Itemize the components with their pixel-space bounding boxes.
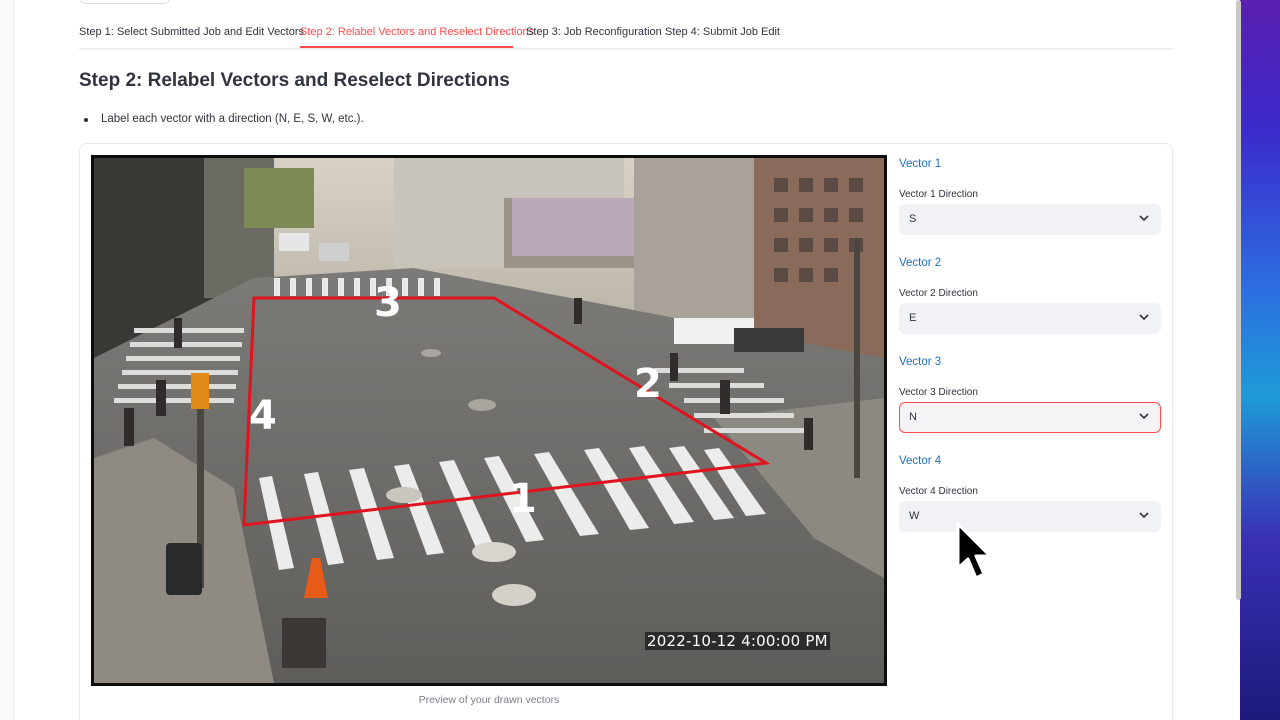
step-tabs: Step 1: Select Submitted Job and Edit Ve… [79, 20, 1173, 50]
instruction-text: Label each vector with a direction (N, E… [101, 113, 364, 125]
vector-2-direction-value: E [909, 312, 917, 324]
mouse-pointer-icon [956, 522, 992, 580]
vector-4-direction-value: W [909, 510, 920, 522]
vector-1-direction-label: Vector 1 Direction [899, 189, 978, 200]
vector-4-direction-label: Vector 4 Direction [899, 486, 978, 497]
vector-4-direction-select[interactable]: W [899, 501, 1161, 532]
vector-3-direction-select[interactable]: N [899, 402, 1161, 433]
chevron-down-icon [1139, 512, 1149, 519]
vector-1-heading: Vector 1 [899, 158, 942, 170]
vector-label-3: 3 [374, 280, 402, 326]
page-title: Step 2: Relabel Vectors and Reselect Dir… [79, 70, 510, 91]
bullet-dot [84, 118, 88, 122]
preview-caption: Preview of your drawn vectors [418, 694, 560, 706]
tab-step-1[interactable]: Step 1: Select Submitted Job and Edit Ve… [79, 26, 304, 38]
vector-3-direction-label: Vector 3 Direction [899, 387, 978, 398]
active-tab-indicator [300, 46, 513, 48]
chevron-down-icon [1139, 314, 1149, 321]
vector-label-1: 1 [509, 476, 537, 522]
vector-1-direction-value: S [909, 213, 917, 225]
vector-3-heading: Vector 3 [899, 356, 942, 368]
vector-label-4: 4 [249, 393, 277, 439]
street-scene [94, 158, 884, 683]
video-timestamp: 2022-10-12 4:00:00 PM [645, 632, 830, 650]
chevron-down-icon [1139, 215, 1149, 222]
chevron-down-icon [1139, 413, 1149, 420]
camera-preview: 2022-10-12 4:00:00 PM 3 2 4 1 [91, 155, 887, 686]
vector-1-direction-select[interactable]: S [899, 204, 1161, 235]
tab-step-2[interactable]: Step 2: Relabel Vectors and Reselect Dir… [300, 26, 534, 38]
vector-2-direction-label: Vector 2 Direction [899, 288, 978, 299]
tab-step-4[interactable]: Step 4: Submit Job Edit [665, 26, 780, 38]
top-button-partial[interactable] [80, 0, 170, 4]
vector-2-direction-select[interactable]: E [899, 303, 1161, 334]
tab-step-3[interactable]: Step 3: Job Reconfiguration [526, 26, 662, 38]
vector-label-2: 2 [634, 361, 662, 407]
vector-3-direction-value: N [909, 411, 917, 423]
vector-4-heading: Vector 4 [899, 455, 942, 467]
desktop-background [1240, 0, 1280, 720]
window-left-edge [0, 0, 14, 720]
vector-2-heading: Vector 2 [899, 257, 942, 269]
page-scrollbar[interactable] [1236, 0, 1241, 600]
